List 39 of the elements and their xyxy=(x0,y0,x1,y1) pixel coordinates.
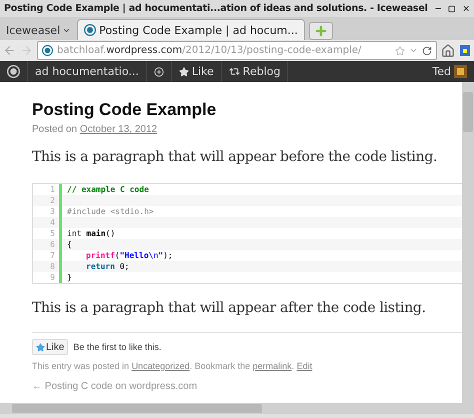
code-line: } xyxy=(66,272,72,283)
post-meta: Posted on October 13, 2012 xyxy=(32,124,158,135)
post-title: Posting Code Example xyxy=(32,100,218,120)
app-menu-button[interactable]: Iceweasel xyxy=(4,20,74,40)
address-field[interactable]: batchloaf.wordpress.com/2012/10/13/posting-code-example/ xyxy=(37,41,437,60)
user-menu[interactable]: Ted xyxy=(425,61,474,82)
maximize-icon[interactable] xyxy=(448,4,456,12)
like-button[interactable]: Like xyxy=(32,339,68,355)
paragraph: This is a paragraph that will appear before the code listing. xyxy=(32,149,438,165)
home-icon[interactable] xyxy=(441,44,455,58)
code-line: // example C code xyxy=(66,184,149,195)
code-line: #include <stdio.h> xyxy=(66,206,154,217)
browser-tab[interactable]: Posting Code Example | ad hocum... xyxy=(77,19,305,40)
line-number: 9 xyxy=(33,272,62,283)
plus-circle-icon xyxy=(154,66,164,76)
category-link[interactable]: Uncategorized xyxy=(132,361,190,371)
star-icon xyxy=(178,66,189,76)
code-line: return 0; xyxy=(85,261,130,272)
reblog-icon xyxy=(228,66,240,77)
horizontal-scrollbar[interactable] xyxy=(0,403,474,414)
paragraph: This is a paragraph that will appear after the code listing. xyxy=(32,300,427,316)
edit-link[interactable]: Edit xyxy=(296,361,312,371)
star-icon xyxy=(36,342,45,352)
avatar-icon xyxy=(454,65,467,78)
permalink-link[interactable]: permalink xyxy=(252,361,292,371)
extension-icon[interactable] xyxy=(459,44,471,57)
vertical-scrollbar[interactable] xyxy=(462,82,474,403)
code-line: { xyxy=(66,239,72,250)
reload-icon[interactable] xyxy=(422,46,432,56)
like-note: Be the first to like this. xyxy=(73,342,162,352)
code-line: int main() xyxy=(66,228,116,239)
bookmark-star-icon[interactable] xyxy=(395,46,405,56)
date-link[interactable]: October 13, 2012 xyxy=(80,124,158,135)
caret-icon[interactable] xyxy=(409,46,418,55)
code-line: printf("Hello\n"); xyxy=(85,250,173,261)
close-icon[interactable] xyxy=(462,4,470,13)
entry-meta: This entry was posted in Uncategorized. Bookmark the permalink. Edit xyxy=(32,361,314,371)
window-title: Posting Code Example | ad hocumentati...ation of ideas and solutions. - Iceweasel xyxy=(4,3,428,14)
plus-icon xyxy=(314,24,328,38)
